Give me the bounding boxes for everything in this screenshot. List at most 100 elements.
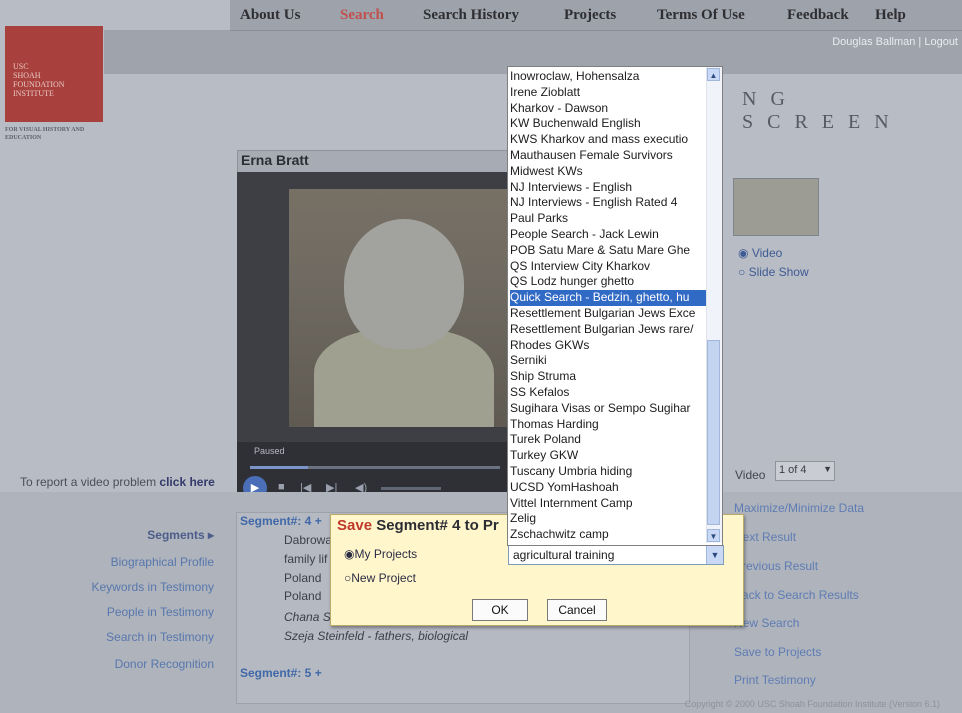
dropdown-option[interactable]: KWS Kharkov and mass executio	[510, 132, 706, 148]
video-part-value: 1 of 4	[779, 464, 807, 476]
dropdown-option[interactable]: Resettlement Bulgarian Jews rare/	[510, 322, 706, 338]
radio-my-projects[interactable]: ◉My Projects	[344, 547, 417, 561]
dropdown-option[interactable]: People Search - Jack Lewin	[510, 227, 706, 243]
project-dropdown-list[interactable]: Inowroclaw, Hohensalza Irene Zioblatt Khar…	[507, 66, 723, 546]
logo: USC SHOAH FOUNDATION INSTITUTE	[5, 26, 103, 122]
nav-projects[interactable]: Projects	[564, 7, 616, 24]
dropdown-option[interactable]: NJ Interviews - English Rated 4	[510, 195, 706, 211]
report-click-here-link[interactable]: click here	[159, 475, 214, 489]
dropdown-option[interactable]: Irene Zioblatt	[510, 85, 706, 101]
dropdown-option[interactable]: Zelig	[510, 511, 706, 527]
cancel-button[interactable]: Cancel	[547, 599, 607, 621]
nav-help[interactable]: Help	[875, 7, 906, 24]
scroll-up-icon[interactable]: ▲	[707, 68, 720, 81]
segment-header[interactable]: Segment#: 4 +	[240, 514, 322, 528]
dropdown-option[interactable]: Inowroclaw, Hohensalza	[510, 69, 706, 85]
radio-slide-show-label: Slide Show	[748, 265, 809, 279]
dropdown-option[interactable]: Serniki	[510, 353, 706, 369]
nav-about-us[interactable]: About Us	[240, 7, 300, 24]
report-prefix: To report a video problem	[20, 475, 157, 489]
screen-title: NG SCREEN	[742, 88, 903, 133]
dropdown-option[interactable]: Quick Search - Bedzin, ghetto, hu	[510, 290, 706, 306]
radio-new-project[interactable]: ○New Project	[344, 571, 416, 585]
dropdown-option[interactable]: NJ Interviews - English	[510, 180, 706, 196]
chevron-down-icon: ▼	[823, 464, 832, 474]
radio-video-label: Video	[751, 246, 783, 260]
segment-keyword[interactable]: Poland	[284, 589, 321, 603]
dropdown-option[interactable]: Rhodes GKWs	[510, 338, 706, 354]
dropdown-option[interactable]: Kharkov - Dawson	[510, 101, 706, 117]
dropdown-scroll-thumb[interactable]	[707, 340, 720, 525]
dropdown-option[interactable]: QS Interview City Kharkov	[510, 259, 706, 275]
nav-search[interactable]: Search	[340, 7, 384, 24]
scroll-down-icon[interactable]: ▼	[707, 529, 720, 542]
previous-result-link[interactable]: Previous Result	[734, 559, 818, 573]
chevron-right-icon: ▸	[207, 528, 214, 542]
video-thumbnail[interactable]	[733, 178, 819, 236]
interviewee-name: Erna Bratt	[241, 152, 309, 168]
logo-line: INSTITUTE	[13, 89, 54, 98]
dropdown-option[interactable]: SS Kefalos	[510, 385, 706, 401]
seek-progress	[250, 466, 308, 469]
dropdown-option[interactable]: Sugihara Visas or Sempo Sugihar	[510, 401, 706, 417]
video-subject-head	[344, 219, 464, 349]
next-segment-header[interactable]: Segment#: 5 +	[240, 666, 322, 680]
radio-slide-show[interactable]: ○ Slide Show	[738, 265, 809, 279]
save-to-projects-link[interactable]: Save to Projects	[734, 645, 821, 659]
volume-slider[interactable]	[381, 487, 441, 490]
nav-search-history[interactable]: Search History	[423, 7, 519, 24]
nav-feedback[interactable]: Feedback	[787, 7, 849, 24]
radio-selected-icon: ◉	[344, 547, 355, 561]
dropdown-option[interactable]: Zschachwitz camp	[510, 527, 706, 543]
print-testimony-link[interactable]: Print Testimony	[734, 673, 816, 687]
logo-line: FOUNDATION	[13, 80, 65, 89]
copyright: Copyright © 2000 USC Shoah Foundation In…	[684, 699, 940, 709]
dialog-title-rest: Segment# 4 to Pr	[372, 517, 499, 534]
video-frame[interactable]	[289, 189, 507, 427]
radio-my-projects-label: My Projects	[354, 547, 418, 561]
chevron-down-icon[interactable]: ▼	[706, 546, 723, 564]
left-nav-donor-recognition[interactable]: Donor Recognition	[115, 657, 214, 671]
report-video-problem: To report a video problem click here	[20, 475, 215, 489]
dropdown-option[interactable]: POB Satu Mare & Satu Mare Ghe	[510, 243, 706, 259]
dropdown-option[interactable]: Thomas Harding	[510, 417, 706, 433]
segment-keyword[interactable]: Dabrowa	[284, 533, 332, 547]
dialog-title: Save Segment# 4 to Pr	[337, 517, 499, 534]
dropdown-option[interactable]: KW Buchenwald English	[510, 116, 706, 132]
left-nav-people[interactable]: People in Testimony	[107, 605, 214, 619]
dialog-title-save: Save	[337, 517, 373, 534]
dropdown-option[interactable]: Vittel Internment Camp	[510, 496, 706, 512]
segment-keyword[interactable]: Poland	[284, 571, 321, 585]
maximize-minimize-link[interactable]: Maximize/Minimize Data	[734, 501, 864, 515]
left-nav-biographical-profile[interactable]: Biographical Profile	[111, 555, 214, 569]
left-nav-keywords[interactable]: Keywords in Testimony	[92, 580, 215, 594]
dropdown-option[interactable]: Ship Struma	[510, 369, 706, 385]
dropdown-option[interactable]: Midwest KWs	[510, 164, 706, 180]
left-nav-segments[interactable]: Segments ▸	[147, 528, 214, 542]
segments-label: Segments	[147, 528, 205, 542]
dropdown-option[interactable]: Mauthausen Female Survivors	[510, 148, 706, 164]
user-logout-link[interactable]: Douglas Ballman | Logout	[832, 36, 958, 48]
dropdown-option[interactable]: Resettlement Bulgarian Jews Exce	[510, 306, 706, 322]
segment-person[interactable]: Szeja Steinfeld - fathers, biological	[284, 629, 468, 643]
logo-subtitle: FOR VISUAL HISTORY AND EDUCATION	[5, 127, 85, 141]
segment-person[interactable]: Chana S	[284, 610, 331, 624]
radio-video[interactable]: ◉ Video	[738, 246, 782, 260]
nav-terms-of-use[interactable]: Terms Of Use	[657, 7, 745, 24]
top-nav: About Us Search Search History Projects …	[230, 0, 962, 31]
dropdown-option[interactable]: Paul Parks	[510, 211, 706, 227]
segment-keyword[interactable]: family lif	[284, 552, 327, 566]
dropdown-option[interactable]: QS Lodz hunger ghetto	[510, 274, 706, 290]
dropdown-option[interactable]: UCSD YomHashoah	[510, 480, 706, 496]
left-nav-search-in-testimony[interactable]: Search in Testimony	[106, 630, 214, 644]
video-part-select[interactable]: 1 of 4 ▼	[775, 461, 835, 481]
dropdown-option[interactable]: Turkey GKW	[510, 448, 706, 464]
back-to-search-results-link[interactable]: Back to Search Results	[734, 588, 859, 602]
dropdown-option[interactable]: Turek Poland	[510, 432, 706, 448]
radio-new-project-label: New Project	[351, 571, 416, 585]
ok-button[interactable]: OK	[472, 599, 528, 621]
project-select[interactable]: agricultural training ▼	[508, 545, 724, 565]
radio-selected-icon: ◉	[738, 246, 749, 260]
dropdown-option[interactable]: Tuscany Umbria hiding	[510, 464, 706, 480]
player-status: Paused	[254, 446, 285, 456]
